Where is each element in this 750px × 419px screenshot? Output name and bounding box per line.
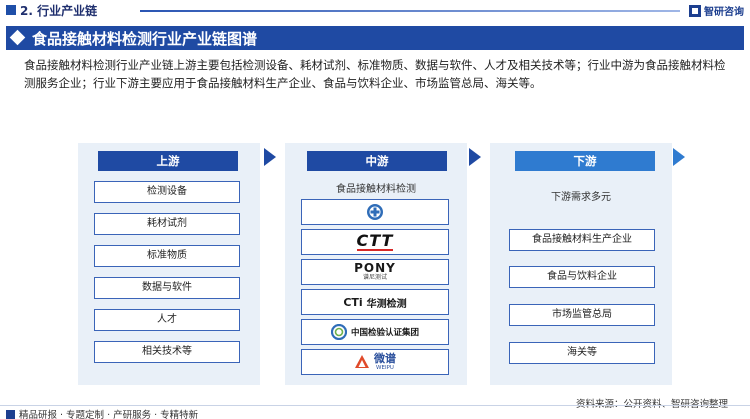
brand-name: 智研咨询 xyxy=(704,7,744,18)
company-logo-box xyxy=(301,199,449,225)
ccic-logo-text: 中国检验认证集团 xyxy=(350,328,419,338)
downstream-item: 食品接触材料生产企业 xyxy=(509,229,655,251)
header-divider xyxy=(140,10,680,12)
downstream-header: 下游 xyxy=(515,151,655,171)
ccic-logo-icon xyxy=(330,324,347,340)
upstream-item: 标准物质 xyxy=(94,245,240,267)
company-logo-box: PONY 谱尼测试 xyxy=(301,259,449,285)
page-title: 食品接触材料检测行业产业链图谱 xyxy=(32,30,258,48)
footer-logo-icon xyxy=(6,409,15,419)
description-text: 食品接触材料检测行业产业链上游主要包括检测设备、耗材试剂、标准物质、数据与软件、… xyxy=(24,58,726,90)
footer-services: 精品研报 · 专题定制 · 产研服务 · 专精特新 xyxy=(6,407,198,419)
circle-cross-logo-icon xyxy=(367,204,383,220)
upstream-panel: 上游 检测设备 耗材试剂 标准物质 数据与软件 人才 相关技术等 xyxy=(78,143,260,385)
downstream-item: 市场监管总局 xyxy=(509,304,655,326)
downstream-panel: 下游 下游需求多元 食品接触材料生产企业 食品与饮料企业 市场监管总局 海关等 xyxy=(490,143,672,385)
company-logo-box: 微谱 WEIPU xyxy=(301,349,449,375)
downstream-item: 食品与饮料企业 xyxy=(509,266,655,288)
downstream-item: 海关等 xyxy=(509,342,655,364)
upstream-item: 检测设备 xyxy=(94,181,240,203)
pony-logo-icon: PONY xyxy=(354,261,396,275)
midstream-subtitle: 食品接触材料检测 xyxy=(336,184,416,195)
upstream-header: 上游 xyxy=(98,151,238,171)
cti-logo-icon: CTi xyxy=(343,295,363,309)
weipu-logo-sub: WEIPU xyxy=(376,364,394,371)
upstream-item: 相关技术等 xyxy=(94,341,240,363)
weipu-logo-icon xyxy=(355,355,369,368)
top-header: 2. 行业产业链 智研咨询 xyxy=(0,0,750,24)
chevron-right-icon xyxy=(264,148,276,166)
title-banner: 食品接触材料检测行业产业链图谱 xyxy=(6,26,744,50)
upstream-item: 人才 xyxy=(94,309,240,331)
company-logo-box: 中国检验认证集团 xyxy=(301,319,449,345)
cti-logo-sub: 华测检测 xyxy=(366,298,407,310)
footer-divider xyxy=(0,405,750,406)
brand-logo-icon xyxy=(689,4,701,17)
section-title: 2. 行业产业链 xyxy=(20,4,98,18)
midstream-panel: 中游 食品接触材料检测 CTT PONY 谱尼测试 CTi 华测检测 中国检验认… xyxy=(285,143,467,385)
source-note: 资料来源：公开资料、智研咨询整理 xyxy=(576,396,728,410)
downstream-subtitle: 下游需求多元 xyxy=(551,192,611,203)
company-logo-box: CTi 华测检测 xyxy=(301,289,449,315)
chevron-right-icon xyxy=(469,148,481,166)
weipu-logo-text: 微谱 xyxy=(374,351,396,365)
ctt-logo-icon: CTT xyxy=(356,231,394,251)
midstream-header: 中游 xyxy=(307,151,447,171)
company-logo-box: CTT xyxy=(301,229,449,255)
chevron-right-icon xyxy=(673,148,685,166)
diamond-icon xyxy=(9,29,26,46)
pony-logo-sub: 谱尼测试 xyxy=(362,274,387,281)
brand: 智研咨询 xyxy=(689,3,744,18)
section-marker-icon xyxy=(6,5,16,15)
upstream-item: 数据与软件 xyxy=(94,277,240,299)
upstream-item: 耗材试剂 xyxy=(94,213,240,235)
footer-services-text: 精品研报 · 专题定制 · 产研服务 · 专精特新 xyxy=(19,410,199,419)
